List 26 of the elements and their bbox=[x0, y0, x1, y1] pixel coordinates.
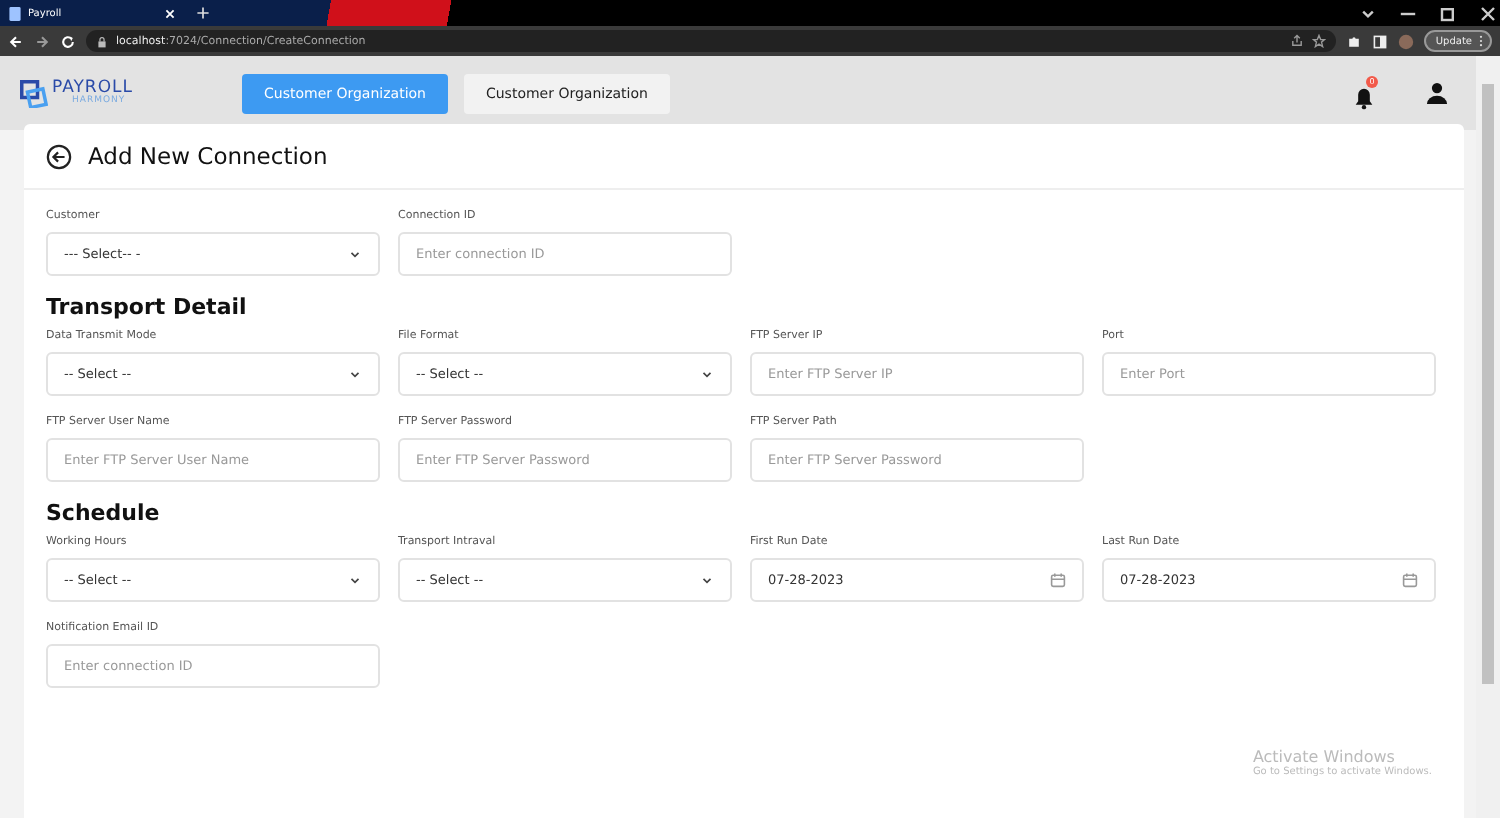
document-icon bbox=[8, 5, 22, 21]
logo-icon bbox=[20, 79, 48, 107]
page-title: Add New Connection bbox=[88, 142, 328, 170]
close-icon[interactable] bbox=[1476, 1, 1500, 25]
section-heading: Schedule bbox=[46, 500, 162, 526]
chevron-down-icon bbox=[348, 247, 362, 261]
lock-icon bbox=[96, 35, 108, 47]
close-icon[interactable] bbox=[164, 7, 176, 19]
new-tab-icon[interactable] bbox=[196, 6, 210, 20]
back-icon[interactable] bbox=[8, 33, 24, 49]
section-heading: Transport Detail bbox=[46, 294, 249, 320]
calendar-icon[interactable] bbox=[1050, 572, 1066, 588]
activation-title: Activate Windows bbox=[1252, 748, 1397, 766]
chevron-down-icon bbox=[348, 367, 362, 381]
star-icon[interactable] bbox=[1311, 34, 1326, 48]
reload-icon[interactable] bbox=[60, 33, 76, 49]
share-icon[interactable] bbox=[1289, 34, 1304, 48]
logo-title: PAYROLL bbox=[52, 80, 133, 97]
chevron-down-icon bbox=[348, 573, 362, 587]
sidebar-icon[interactable] bbox=[1371, 33, 1388, 49]
chevron-down-icon bbox=[700, 573, 714, 587]
calendar-icon[interactable] bbox=[1402, 572, 1418, 588]
chevron-down-icon bbox=[700, 367, 714, 381]
user-icon[interactable] bbox=[1426, 82, 1448, 104]
bell-icon[interactable] bbox=[1354, 85, 1374, 109]
forward-icon[interactable] bbox=[34, 33, 50, 49]
